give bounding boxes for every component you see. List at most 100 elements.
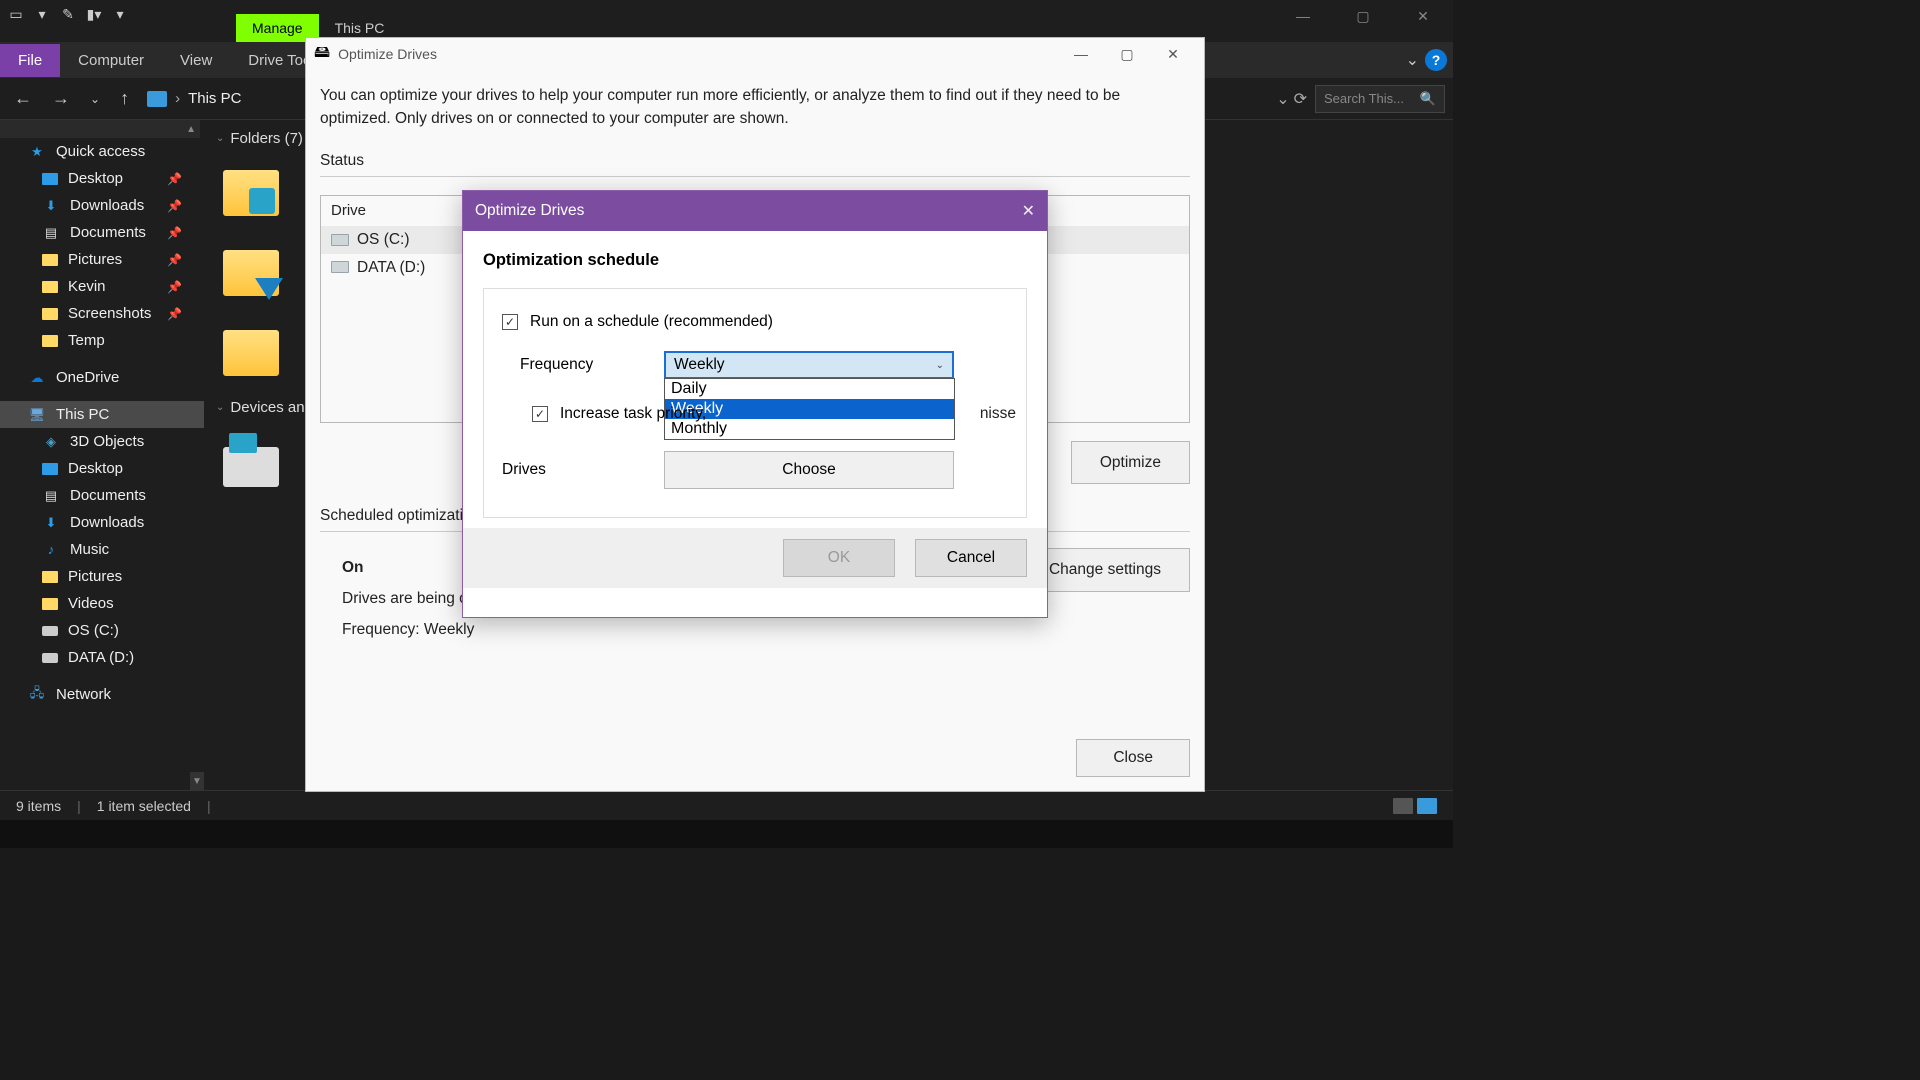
folder-videos[interactable] [216, 323, 286, 383]
sidebar-label: OneDrive [56, 369, 119, 386]
sidebar-label: Network [56, 686, 111, 703]
sidebar-label: This PC [56, 406, 109, 423]
sidebar-item-label: 3D Objects [70, 433, 144, 450]
disk-icon [331, 261, 349, 273]
sidebar-quick-access[interactable]: ★ Quick access [0, 138, 204, 165]
qa-icon-3[interactable]: ▮▾ [84, 4, 104, 24]
sidebar-item-label: Documents [70, 224, 146, 241]
od-app-icon: 🖴 [314, 41, 330, 68]
desktop-icon [42, 463, 58, 475]
choose-drives-button[interactable]: Choose [664, 451, 954, 489]
cancel-button[interactable]: Cancel [915, 539, 1027, 577]
ribbon-tab-file[interactable]: File [0, 44, 60, 77]
sidebar-item-label: Documents [70, 487, 146, 504]
sidebar-item-videos[interactable]: Videos [0, 590, 204, 617]
sidebar-item-os-c[interactable]: OS (C:) [0, 617, 204, 644]
sidebar-item-temp[interactable]: Temp [0, 327, 204, 354]
sidebar-item-documents[interactable]: ▤Documents📌 [0, 219, 204, 246]
sidebar-network[interactable]: 🖧 Network [0, 681, 204, 708]
sm-footer: OK Cancel [463, 528, 1047, 588]
documents-icon: ▤ [42, 226, 60, 240]
disk-icon [331, 234, 349, 246]
increase-priority-checkbox[interactable]: ✓ [532, 406, 548, 422]
chevron-down-icon: ⌄ [216, 133, 224, 144]
drives-label: Drives [502, 461, 652, 479]
pin-icon: 📌 [167, 253, 182, 267]
ribbon-tab-view[interactable]: View [162, 44, 230, 77]
frequency-combobox[interactable]: Weekly ⌄ [664, 351, 954, 379]
qa-icon-1[interactable]: ▾ [32, 4, 52, 24]
sidebar-item-downloads[interactable]: ⬇Downloads📌 [0, 192, 204, 219]
od-intro: You can optimize your drives to help you… [320, 84, 1190, 131]
sidebar-this-pc[interactable]: 🖥 This PC [0, 401, 204, 428]
od-drive-name: DATA (D:) [357, 256, 425, 279]
sidebar-scroll-up[interactable]: ▲ [0, 120, 200, 138]
address-location: This PC [188, 90, 241, 107]
pin-icon: 📌 [167, 307, 182, 321]
drive-os-c[interactable] [216, 432, 286, 492]
chevron-down-icon: ⌄ [936, 360, 944, 371]
od-minimize-button[interactable]: — [1058, 40, 1104, 68]
close-button[interactable]: Close [1076, 739, 1190, 777]
downloads-icon: ⬇ [42, 516, 60, 530]
sm-group: ✓ Run on a schedule (recommended) Freque… [483, 288, 1027, 518]
sm-title-text: Optimize Drives [475, 202, 584, 220]
sidebar-item-music[interactable]: ♪Music [0, 536, 204, 563]
sidebar-scroll-down[interactable]: ▼ [190, 772, 204, 790]
sidebar-item-downloads2[interactable]: ⬇Downloads [0, 509, 204, 536]
help-icon[interactable]: ? [1425, 49, 1447, 71]
view-large-button[interactable] [1417, 798, 1437, 814]
qa-icon-2[interactable]: ✎ [58, 4, 78, 24]
ribbon-expand-icon[interactable]: ⌄ [1406, 50, 1419, 70]
sidebar-item-kevin[interactable]: Kevin📌 [0, 273, 204, 300]
run-schedule-checkbox[interactable]: ✓ [502, 314, 518, 330]
run-schedule-label: Run on a schedule (recommended) [530, 313, 773, 331]
od-maximize-button[interactable]: ▢ [1104, 40, 1150, 68]
sidebar-item-documents2[interactable]: ▤Documents [0, 482, 204, 509]
app-icon: ▭ [6, 4, 26, 24]
sidebar-item-desktop2[interactable]: Desktop [0, 455, 204, 482]
close-button[interactable]: ✕ [1393, 0, 1453, 32]
forward-button[interactable]: → [46, 86, 76, 111]
sidebar-item-pictures[interactable]: Pictures 📌 [0, 246, 204, 273]
back-button[interactable]: ← [8, 86, 38, 111]
od-close-button[interactable]: ✕ [1150, 40, 1196, 68]
schedule-dialog: Optimize Drives ✕ Optimization schedule … [462, 190, 1048, 618]
address-dropdown-icon[interactable]: ⌄ [1276, 89, 1289, 109]
sidebar-item-label: OS (C:) [68, 622, 119, 639]
sidebar-onedrive[interactable]: ☁OneDrive [0, 364, 204, 391]
sidebar-item-data-d[interactable]: DATA (D:) [0, 644, 204, 671]
sm-close-button[interactable]: ✕ [1022, 201, 1035, 221]
minimize-button[interactable]: — [1273, 0, 1333, 32]
sm-heading: Optimization schedule [483, 251, 1027, 270]
sidebar-item-label: DATA (D:) [68, 649, 134, 666]
sidebar-item-desktop[interactable]: Desktop📌 [0, 165, 204, 192]
sidebar-item-label: Music [70, 541, 109, 558]
folder-3dobjects[interactable] [216, 163, 286, 223]
qa-icon-4[interactable]: ▾ [110, 4, 130, 24]
pin-icon: 📌 [167, 199, 182, 213]
sidebar-item-screenshots[interactable]: Screenshots📌 [0, 300, 204, 327]
refresh-icon[interactable]: ⟳ [1294, 89, 1307, 109]
optimize-button[interactable]: Optimize [1071, 441, 1190, 484]
ribbon-tab-computer[interactable]: Computer [60, 44, 162, 77]
sidebar-label: Quick access [56, 143, 145, 160]
pc-icon: 🖥 [28, 408, 46, 422]
navigation-pane: ▲ ★ Quick access Desktop📌 ⬇Downloads📌 ▤D… [0, 120, 204, 790]
up-button[interactable]: ↑ [114, 86, 135, 111]
ok-button[interactable]: OK [783, 539, 895, 577]
maximize-button[interactable]: ▢ [1333, 0, 1393, 32]
recent-button[interactable]: ⌄ [84, 90, 106, 108]
pin-icon: 📌 [167, 172, 182, 186]
disk-icon [42, 653, 58, 663]
sidebar-item-pictures2[interactable]: Pictures [0, 563, 204, 590]
view-details-button[interactable] [1393, 798, 1413, 814]
pictures-icon [42, 254, 58, 266]
sidebar-item-label: Pictures [68, 251, 122, 268]
folder-downloads[interactable] [216, 243, 286, 303]
sidebar-item-3dobjects[interactable]: ◈3D Objects [0, 428, 204, 455]
folder-icon [42, 308, 58, 320]
downloads-icon: ⬇ [42, 199, 60, 213]
search-input[interactable]: Search This... 🔍 [1315, 85, 1445, 113]
network-icon: 🖧 [28, 688, 46, 702]
